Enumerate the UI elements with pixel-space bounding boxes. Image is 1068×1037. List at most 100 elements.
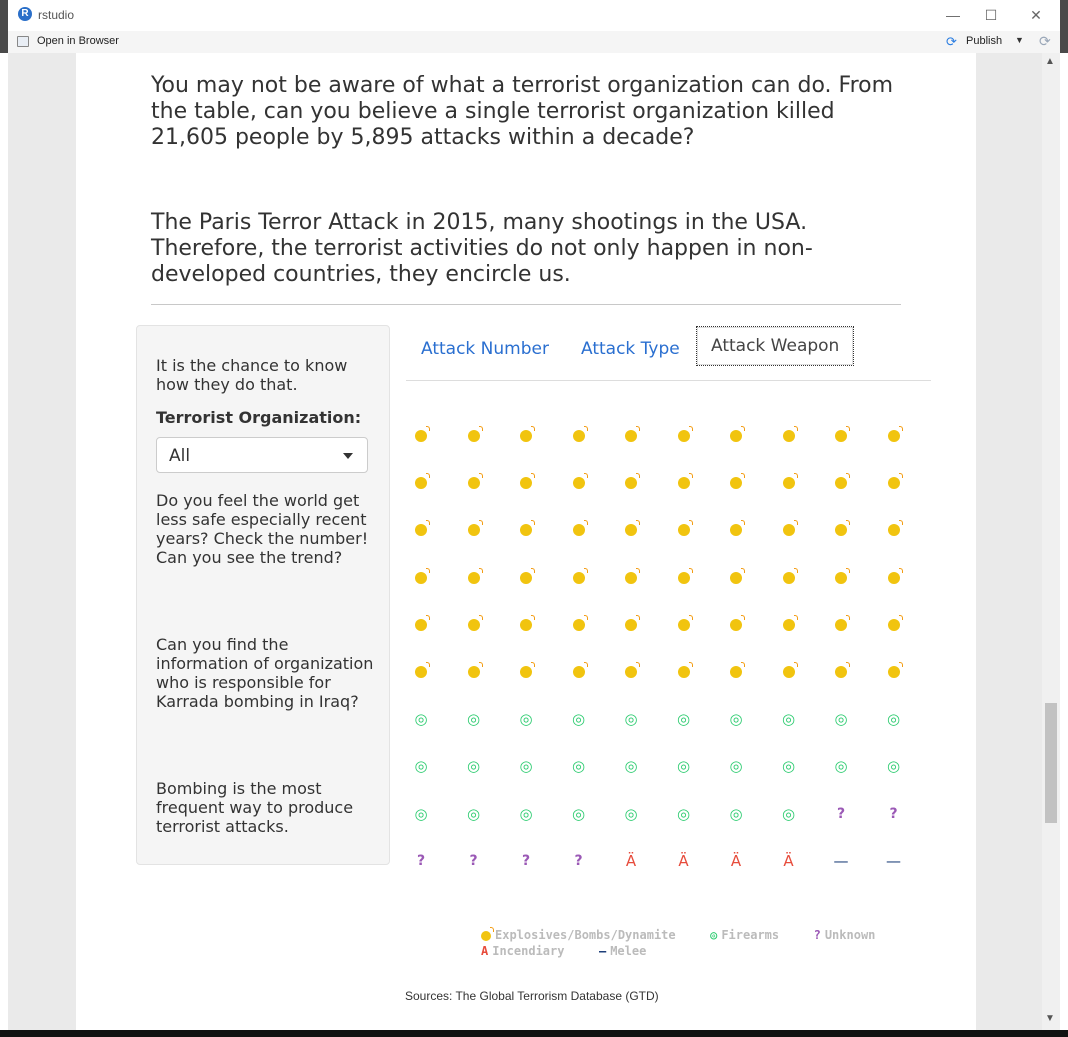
bomb-icon bbox=[777, 424, 801, 448]
scroll-up-icon[interactable]: ▲ bbox=[1045, 56, 1055, 67]
legend-bullseye-icon: ◎ bbox=[710, 928, 718, 942]
maximize-button[interactable]: ☐ bbox=[974, 4, 1008, 26]
bomb-icon bbox=[567, 660, 591, 684]
bomb-icon bbox=[514, 660, 538, 684]
bullseye-icon: ◎ bbox=[466, 757, 481, 776]
sidebar-intro: It is the chance to know how they do tha… bbox=[156, 356, 348, 394]
bullseye-icon: ◎ bbox=[834, 757, 848, 776]
window-titlebar: R rstudio — ☐ ✕ bbox=[8, 0, 1060, 32]
bomb-icon bbox=[409, 613, 433, 637]
bomb-icon bbox=[462, 613, 486, 637]
bullseye-icon: ◎ bbox=[886, 710, 901, 729]
bullseye-icon: ◎ bbox=[781, 710, 796, 729]
tab-bar: Attack Number Attack Type Attack Weapon bbox=[406, 325, 931, 381]
bomb-icon bbox=[619, 660, 643, 684]
publish-button[interactable]: Publish bbox=[966, 35, 1002, 47]
source-note: Sources: The Global Terrorism Database (… bbox=[405, 989, 659, 1003]
bomb-icon bbox=[409, 566, 433, 590]
open-in-browser-button[interactable]: Open in Browser bbox=[37, 35, 119, 47]
bullseye-icon: ◎ bbox=[624, 710, 638, 729]
viewer-toolbar: Open in Browser ⟳ Publish ▼ ⟳ bbox=[8, 31, 1060, 54]
bomb-icon bbox=[409, 660, 433, 684]
refresh-icon[interactable]: ⟳ bbox=[1039, 33, 1051, 50]
scroll-thumb[interactable] bbox=[1045, 703, 1057, 823]
bomb-icon bbox=[882, 471, 906, 495]
question-icon: ? bbox=[416, 852, 426, 869]
bullseye-icon: ◎ bbox=[624, 757, 638, 776]
incendiary-icon: Ä bbox=[625, 851, 637, 870]
bullseye-icon: ◎ bbox=[519, 757, 533, 776]
bomb-icon bbox=[672, 424, 696, 448]
bomb-icon bbox=[882, 660, 906, 684]
legend-row-2: A Incendiary — Melee bbox=[481, 944, 646, 958]
bomb-icon bbox=[672, 471, 696, 495]
bullseye-icon: ◎ bbox=[676, 710, 691, 729]
bomb-icon bbox=[462, 660, 486, 684]
legend-firearms: Firearms bbox=[721, 928, 780, 942]
bomb-icon bbox=[777, 660, 801, 684]
bomb-icon bbox=[724, 660, 748, 684]
bomb-icon bbox=[724, 613, 748, 637]
background-ide-right bbox=[1060, 53, 1068, 1037]
bomb-icon bbox=[567, 518, 591, 542]
bomb-icon bbox=[829, 566, 853, 590]
bullseye-icon: ◎ bbox=[781, 804, 796, 823]
viewer-pane: You may not be aware of what a terrorist… bbox=[8, 53, 1042, 1030]
bullseye-icon: ◎ bbox=[571, 710, 586, 729]
background-ide-left bbox=[0, 53, 8, 1037]
tab-attack-type[interactable]: Attack Type bbox=[581, 339, 680, 359]
bomb-icon bbox=[829, 471, 853, 495]
intro-paragraph: You may not be aware of what a terrorist… bbox=[151, 73, 894, 150]
bomb-icon bbox=[829, 613, 853, 637]
bullseye-icon: ◎ bbox=[886, 757, 901, 776]
tab-attack-number[interactable]: Attack Number bbox=[421, 339, 549, 359]
close-button[interactable]: ✕ bbox=[1019, 4, 1053, 26]
publish-icon[interactable]: ⟳ bbox=[946, 34, 957, 50]
bullseye-icon: ◎ bbox=[571, 804, 586, 823]
question-icon: ? bbox=[574, 852, 583, 869]
bomb-icon bbox=[619, 518, 643, 542]
bomb-icon bbox=[619, 471, 643, 495]
bomb-icon bbox=[514, 471, 538, 495]
scroll-down-icon[interactable]: ▼ bbox=[1045, 1013, 1055, 1024]
paris-paragraph: The Paris Terror Attack in 2015, many sh… bbox=[151, 210, 813, 287]
bullseye-icon: ◎ bbox=[414, 804, 428, 823]
legend-explosives: Explosives/Bombs/Dynamite bbox=[495, 928, 676, 942]
bomb-icon bbox=[777, 518, 801, 542]
bomb-icon bbox=[567, 424, 591, 448]
organization-select[interactable]: All bbox=[156, 437, 368, 473]
bomb-icon bbox=[882, 613, 906, 637]
bomb-icon bbox=[777, 566, 801, 590]
bomb-icon bbox=[462, 518, 486, 542]
bomb-icon bbox=[409, 424, 433, 448]
bullseye-icon: ◎ bbox=[729, 710, 743, 729]
bomb-icon bbox=[724, 471, 748, 495]
bullseye-icon: ◎ bbox=[781, 757, 796, 776]
bomb-icon bbox=[724, 518, 748, 542]
bomb-icon bbox=[462, 566, 486, 590]
bullseye-icon: ◎ bbox=[466, 710, 481, 729]
bullseye-icon: ◎ bbox=[729, 804, 743, 823]
bullseye-icon: ◎ bbox=[519, 804, 533, 823]
tab-attack-weapon[interactable]: Attack Weapon bbox=[696, 326, 855, 366]
bomb-icon bbox=[567, 566, 591, 590]
taskbar-edge bbox=[0, 1030, 1068, 1037]
publish-dropdown-icon[interactable]: ▼ bbox=[1015, 35, 1024, 45]
minimize-button[interactable]: — bbox=[936, 4, 970, 26]
viewer-scrollbar[interactable]: ▲ ▼ bbox=[1042, 53, 1060, 1030]
bullseye-icon: ◎ bbox=[414, 757, 428, 776]
bullseye-icon: ◎ bbox=[729, 757, 743, 776]
bullseye-icon: ◎ bbox=[519, 710, 533, 729]
bomb-icon bbox=[672, 518, 696, 542]
legend-bomb-icon bbox=[481, 926, 494, 942]
question-icon: ? bbox=[836, 805, 846, 822]
legend-question-icon: ? bbox=[813, 928, 821, 942]
bullseye-icon: ◎ bbox=[834, 710, 848, 729]
legend-melee: Melee bbox=[610, 944, 647, 958]
bullseye-icon: ◎ bbox=[676, 757, 691, 776]
bomb-icon bbox=[882, 566, 906, 590]
bomb-icon bbox=[567, 613, 591, 637]
bullseye-icon: ◎ bbox=[624, 804, 638, 823]
select-value: All bbox=[169, 446, 191, 466]
bomb-icon bbox=[462, 424, 486, 448]
